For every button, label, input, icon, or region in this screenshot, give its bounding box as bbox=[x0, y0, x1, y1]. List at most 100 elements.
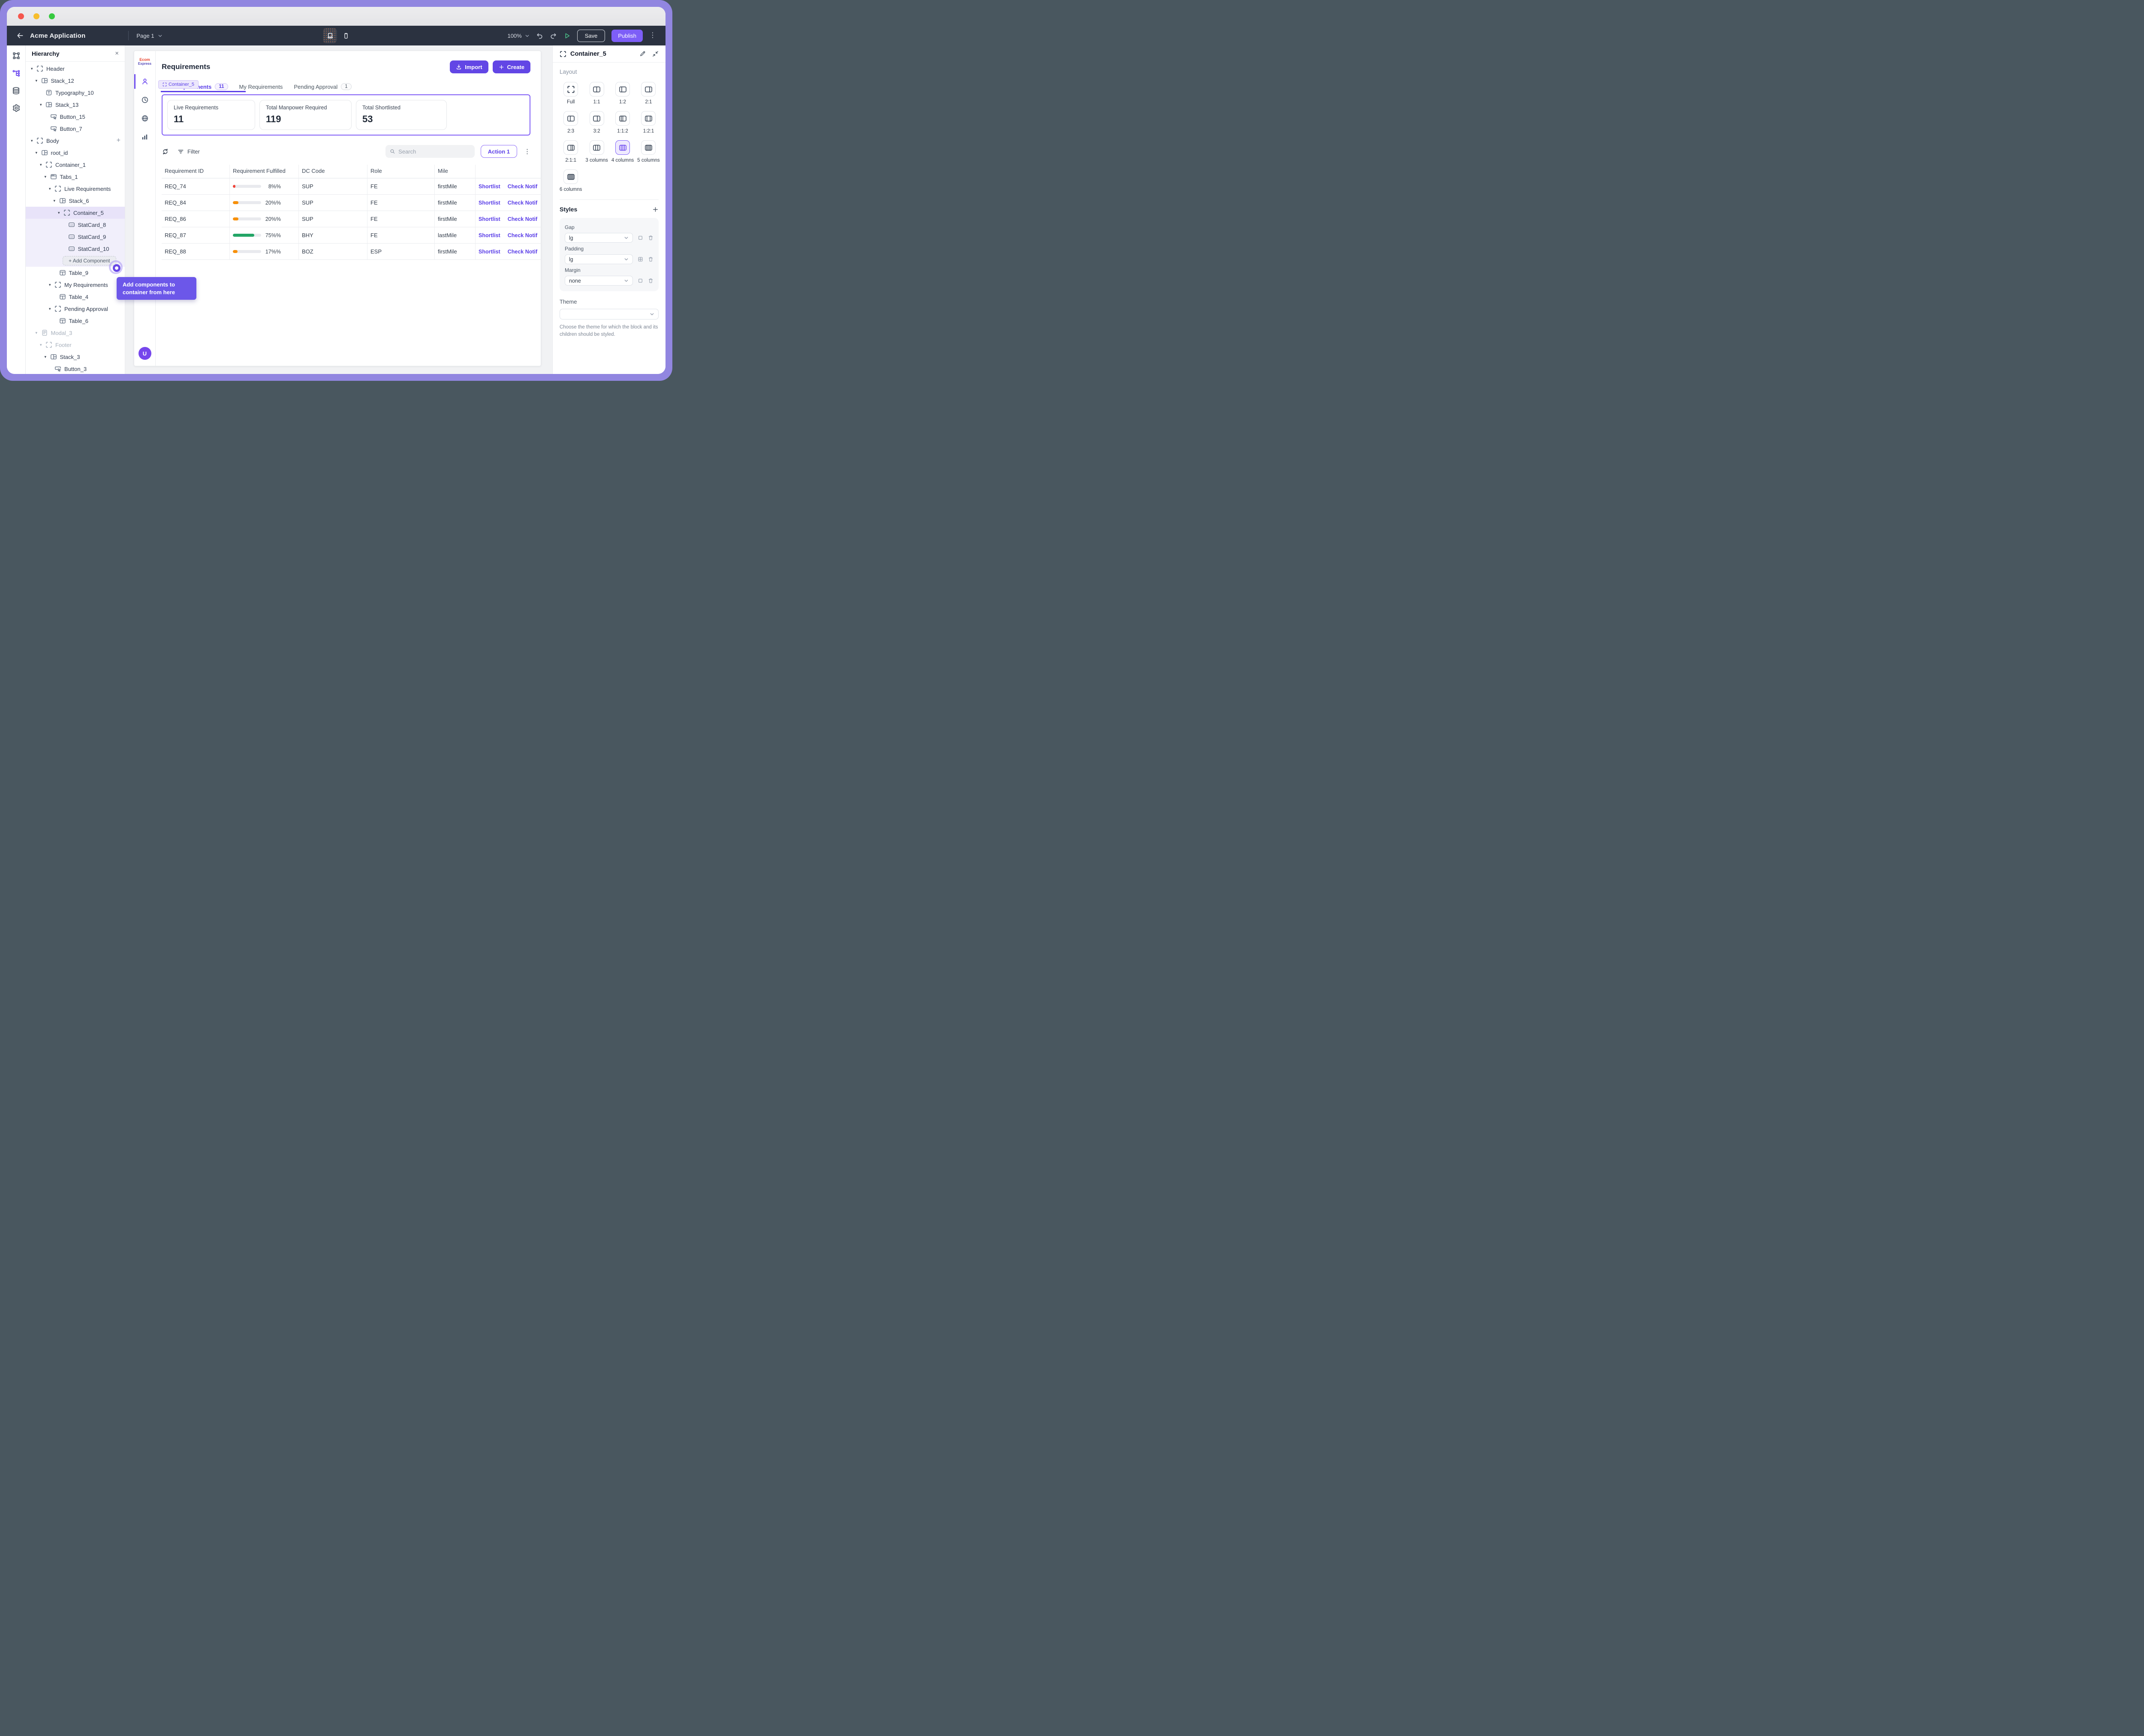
tree-item-container-1[interactable]: ▾Container_1 bbox=[26, 159, 125, 171]
tree-add-icon[interactable]: + bbox=[117, 137, 120, 145]
layout-option-3-2[interactable]: 3:2 bbox=[585, 111, 608, 134]
desktop-device-button[interactable] bbox=[323, 28, 337, 43]
add-component-dropzone[interactable]: + Add Component bbox=[63, 256, 117, 265]
tree-item-container-5[interactable]: ▾Container_5 bbox=[26, 207, 125, 219]
gap-select[interactable]: lg bbox=[565, 233, 633, 243]
layout-option-6-columns[interactable]: 6 columns bbox=[560, 169, 582, 192]
frame-tool-icon[interactable] bbox=[12, 51, 21, 60]
tree-item-statcard-8[interactable]: 123StatCard_8 bbox=[26, 219, 125, 231]
preview-run-button[interactable] bbox=[563, 32, 571, 39]
selected-container-outline[interactable]: Live Requirements11Total Manpower Requir… bbox=[162, 94, 530, 136]
tree-item-pending-approval[interactable]: ▾Pending Approval bbox=[26, 303, 125, 315]
layout-option-2-1-1[interactable]: 2:1:1 bbox=[560, 140, 582, 163]
tree-item-root-id[interactable]: ▾root_id bbox=[26, 147, 125, 159]
tree-item-statcard-9[interactable]: 123StatCard_9 bbox=[26, 231, 125, 243]
check-notif-link[interactable]: Check Notif bbox=[508, 232, 537, 238]
padding-select[interactable]: lg bbox=[565, 254, 633, 264]
filter-button[interactable]: Filter bbox=[178, 148, 200, 155]
layout-option-1-1[interactable]: 1:1 bbox=[585, 82, 608, 105]
sidebar-item-analytics[interactable] bbox=[134, 130, 155, 144]
layout-option-1-1-2[interactable]: 1:1:2 bbox=[611, 111, 634, 134]
user-avatar[interactable]: U bbox=[139, 347, 151, 360]
stat-card[interactable]: Live Requirements11 bbox=[167, 100, 255, 130]
trash-icon[interactable] bbox=[648, 256, 653, 262]
close-window-button[interactable] bbox=[18, 13, 24, 19]
tree-caret-icon[interactable]: ▾ bbox=[54, 199, 59, 203]
stat-card[interactable]: Total Manpower Required119 bbox=[259, 100, 352, 130]
stat-card[interactable]: Total Shortlisted53 bbox=[356, 100, 447, 130]
close-icon[interactable]: × bbox=[115, 50, 119, 57]
tree-item-button-7[interactable]: Button_7 bbox=[26, 123, 125, 135]
trash-icon[interactable] bbox=[648, 278, 653, 283]
layout-option-tile[interactable] bbox=[615, 82, 630, 96]
tree-item-stack-13[interactable]: ▾Stack_13 bbox=[26, 99, 125, 111]
tree-caret-icon[interactable]: ▾ bbox=[31, 139, 36, 143]
layout-option-tile[interactable] bbox=[563, 169, 578, 184]
sidebar-item-history[interactable] bbox=[134, 93, 155, 107]
shortlist-link[interactable]: Shortlist bbox=[479, 232, 500, 238]
tree-caret-icon[interactable]: ▾ bbox=[36, 151, 41, 155]
tree-item-stack-6[interactable]: ▾Stack_6 bbox=[26, 195, 125, 207]
shortlist-link[interactable]: Shortlist bbox=[479, 249, 500, 255]
layout-option-tile[interactable] bbox=[590, 111, 604, 126]
tree-caret-icon[interactable]: ▾ bbox=[49, 187, 54, 191]
tree-caret-icon[interactable]: ▾ bbox=[31, 66, 36, 71]
tree-item-stack-12[interactable]: ▾Stack_12 bbox=[26, 75, 125, 87]
layout-option-tile[interactable] bbox=[641, 111, 656, 126]
create-button[interactable]: Create bbox=[493, 60, 530, 73]
search-input[interactable] bbox=[398, 148, 470, 155]
page-selector[interactable]: Page 1 bbox=[136, 33, 162, 39]
tree-caret-icon[interactable]: ▾ bbox=[49, 283, 54, 287]
table-more-options-icon[interactable]: ⋮ bbox=[524, 148, 530, 155]
tree-item-statcard-10[interactable]: 123StatCard_10 bbox=[26, 243, 125, 255]
tree-item-table-4[interactable]: Table_4 bbox=[26, 291, 125, 303]
collapse-panel-icon[interactable] bbox=[652, 51, 659, 57]
zoom-control[interactable]: 100% bbox=[507, 33, 529, 39]
save-button[interactable]: Save bbox=[577, 30, 605, 42]
edit-pencil-icon[interactable] bbox=[639, 51, 646, 57]
tree-item-live-requirements[interactable]: ▾Live Requirements bbox=[26, 183, 125, 195]
check-notif-link[interactable]: Check Notif bbox=[508, 184, 537, 190]
maximize-window-button[interactable] bbox=[49, 13, 55, 19]
layout-option-tile[interactable] bbox=[590, 140, 604, 155]
shortlist-link[interactable]: Shortlist bbox=[479, 200, 500, 206]
tree-caret-icon[interactable]: ▾ bbox=[49, 307, 54, 311]
check-notif-link[interactable]: Check Notif bbox=[508, 249, 537, 255]
tab-my-requirements[interactable]: My Requirements bbox=[239, 84, 283, 90]
mobile-device-button[interactable] bbox=[343, 33, 349, 39]
tree-item-stack-3[interactable]: ▾Stack_3 bbox=[26, 351, 125, 363]
sidebar-item-people[interactable] bbox=[134, 74, 155, 89]
layout-option-tile[interactable] bbox=[563, 140, 578, 155]
tree-item-tabs-1[interactable]: ▾Tabs_1 bbox=[26, 171, 125, 183]
settings-gear-icon[interactable] bbox=[12, 104, 21, 112]
tree-item-footer[interactable]: ▾Footer bbox=[26, 339, 125, 351]
shortlist-link[interactable]: Shortlist bbox=[479, 184, 500, 190]
back-arrow-icon[interactable] bbox=[16, 32, 24, 39]
layout-option-tile[interactable] bbox=[615, 140, 630, 155]
layout-option-2-1[interactable]: 2:1 bbox=[637, 82, 659, 105]
tree-item-button-15[interactable]: Button_15 bbox=[26, 111, 125, 123]
check-notif-link[interactable]: Check Notif bbox=[508, 200, 537, 206]
tree-caret-icon[interactable]: ▾ bbox=[36, 78, 41, 83]
layout-option-4-columns[interactable]: 4 columns bbox=[611, 140, 634, 163]
minimize-window-button[interactable] bbox=[33, 13, 39, 19]
layout-option-tile[interactable] bbox=[590, 82, 604, 96]
tree-caret-icon[interactable]: ▾ bbox=[40, 102, 45, 107]
tree-item-typography-10[interactable]: Typography_10 bbox=[26, 87, 125, 99]
tree-caret-icon[interactable]: ▾ bbox=[58, 211, 63, 215]
layout-option-tile[interactable] bbox=[563, 111, 578, 126]
sidebar-item-globe[interactable] bbox=[134, 111, 155, 126]
tree-caret-icon[interactable]: ▾ bbox=[45, 355, 50, 359]
theme-select[interactable] bbox=[560, 309, 659, 319]
layout-option-5-columns[interactable]: 5 columns bbox=[637, 140, 659, 163]
layout-option-tile[interactable] bbox=[641, 82, 656, 96]
publish-button[interactable]: Publish bbox=[611, 30, 643, 42]
undo-button[interactable] bbox=[536, 32, 543, 39]
tree-item-my-requirements[interactable]: ▾My Requirements bbox=[26, 279, 125, 291]
trash-icon[interactable] bbox=[648, 235, 653, 241]
tree-item-body[interactable]: ▾Body+ bbox=[26, 135, 125, 147]
layout-option-tile[interactable] bbox=[615, 111, 630, 126]
tree-caret-icon[interactable]: ▾ bbox=[40, 343, 45, 347]
margin-select[interactable]: none bbox=[565, 276, 633, 286]
tree-caret-icon[interactable]: ▾ bbox=[36, 331, 41, 335]
